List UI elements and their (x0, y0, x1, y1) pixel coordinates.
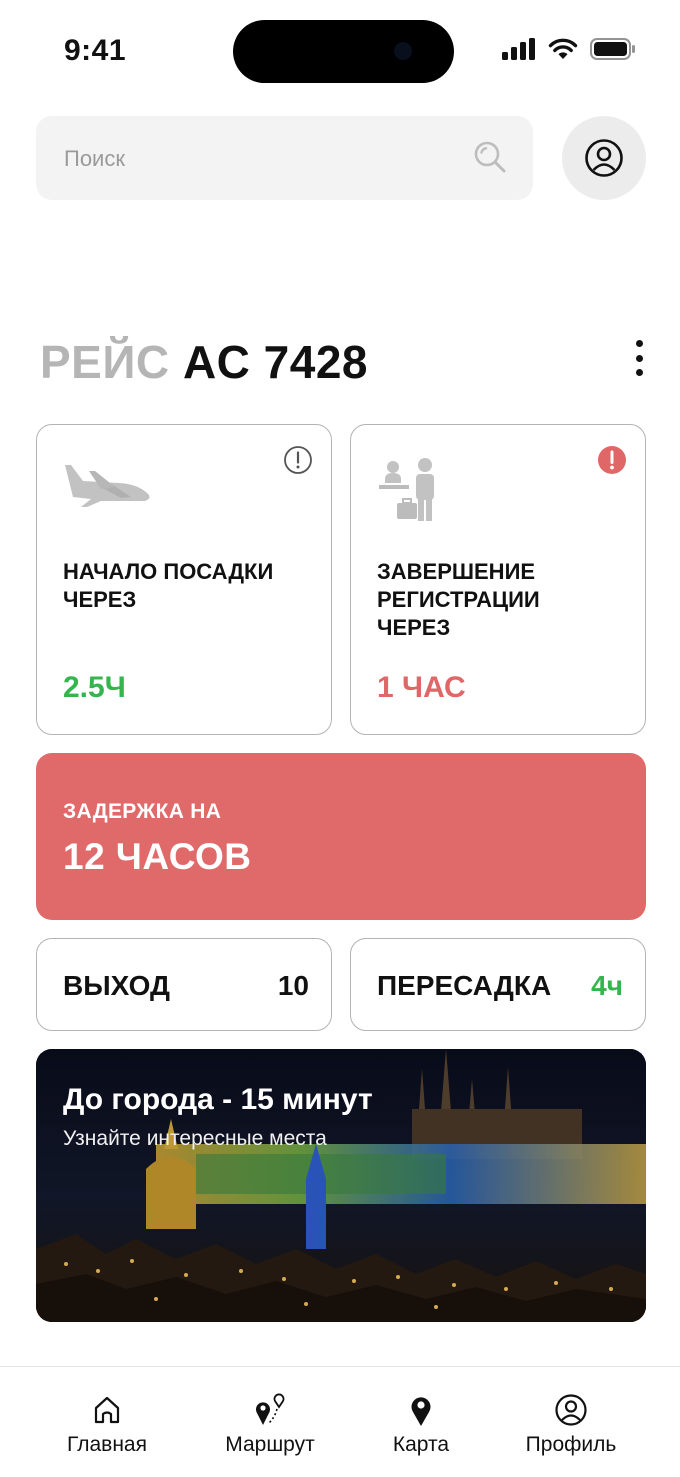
checkin-label: ЗАВЕРШЕНИЕ РЕГИСТРАЦИИ ЧЕРЕЗ (377, 559, 540, 640)
checkin-card[interactable]: ЗАВЕРШЕНИЕ РЕГИСТРАЦИИ ЧЕРЕЗ 1 ЧАС (350, 424, 646, 735)
tab-map[interactable]: Карта (336, 1367, 506, 1477)
checkin-value: 1 ЧАС (377, 671, 466, 704)
more-options-button[interactable] (624, 336, 654, 380)
transfer-card[interactable]: ПЕРЕСАДКА 4ч (350, 938, 646, 1031)
battery-icon (590, 38, 635, 60)
tab-home-label: Главная (67, 1433, 147, 1456)
tab-profile-label: Профиль (525, 1433, 617, 1456)
tab-profile[interactable]: Профиль (486, 1367, 656, 1477)
delay-card[interactable]: ЗАДЕРЖКА НА 12 ЧАСОВ (36, 753, 646, 920)
tab-route-label: Маршрут (225, 1433, 315, 1456)
home-icon (94, 1396, 120, 1424)
flight-number: AC 7428 (182, 336, 368, 388)
airplane-icon (65, 465, 150, 507)
wifi-icon (548, 38, 578, 59)
transfer-value: 4ч (591, 970, 623, 1001)
gate-label: ВЫХОД (63, 970, 170, 1001)
check-in-desk-icon (379, 458, 434, 521)
status-bar: 9:41 (0, 0, 680, 100)
transfer-label: ПЕРЕСАДКА (377, 970, 552, 1001)
banner-title: До города - 15 минут (63, 1083, 373, 1116)
flight-title: РЕЙС AC 7428 (40, 335, 368, 389)
boarding-card[interactable]: НАЧАЛО ПОСАДКИ ЧЕРЕЗ 2.5Ч (36, 424, 332, 735)
alert-icon[interactable] (597, 445, 627, 475)
boarding-label: НАЧАЛО ПОСАДКИ ЧЕРЕЗ (63, 559, 274, 612)
boarding-value: 2.5Ч (63, 671, 126, 704)
info-icon[interactable] (283, 445, 313, 475)
dynamic-island (233, 20, 454, 83)
more-dot-icon (635, 340, 643, 347)
more-dot-icon (635, 369, 643, 376)
route-icon (256, 1393, 285, 1425)
cellular-signal-icon (502, 38, 535, 60)
tab-route[interactable]: Маршрут (185, 1367, 355, 1477)
search-row: Поиск (36, 116, 646, 200)
flight-prefix: РЕЙС (40, 336, 170, 388)
tab-map-label: Карта (392, 1433, 450, 1456)
map-pin-icon (411, 1397, 431, 1426)
banner-subtitle: Узнайте интересные места (63, 1127, 327, 1150)
status-time: 9:41 (64, 34, 127, 67)
profile-button[interactable] (562, 116, 646, 200)
delay-value: 12 ЧАСОВ (63, 836, 252, 877)
gate-card[interactable]: ВЫХОД 10 (36, 938, 332, 1031)
status-icons (502, 38, 636, 60)
tab-home[interactable]: Главная (22, 1367, 192, 1477)
more-dot-icon (635, 354, 643, 362)
gate-value: 10 (277, 970, 309, 1001)
user-avatar-icon (585, 139, 623, 177)
tab-bar: Главная Маршрут Карта Профиль (0, 1366, 680, 1477)
search-placeholder: Поиск (64, 146, 125, 171)
profile-icon (555, 1394, 587, 1426)
city-banner[interactable]: До города - 15 минут Узнайте интересные … (36, 1049, 646, 1322)
search-icon[interactable] (473, 140, 507, 174)
delay-label: ЗАДЕРЖКА НА (63, 800, 222, 823)
search-input[interactable]: Поиск (36, 116, 533, 200)
